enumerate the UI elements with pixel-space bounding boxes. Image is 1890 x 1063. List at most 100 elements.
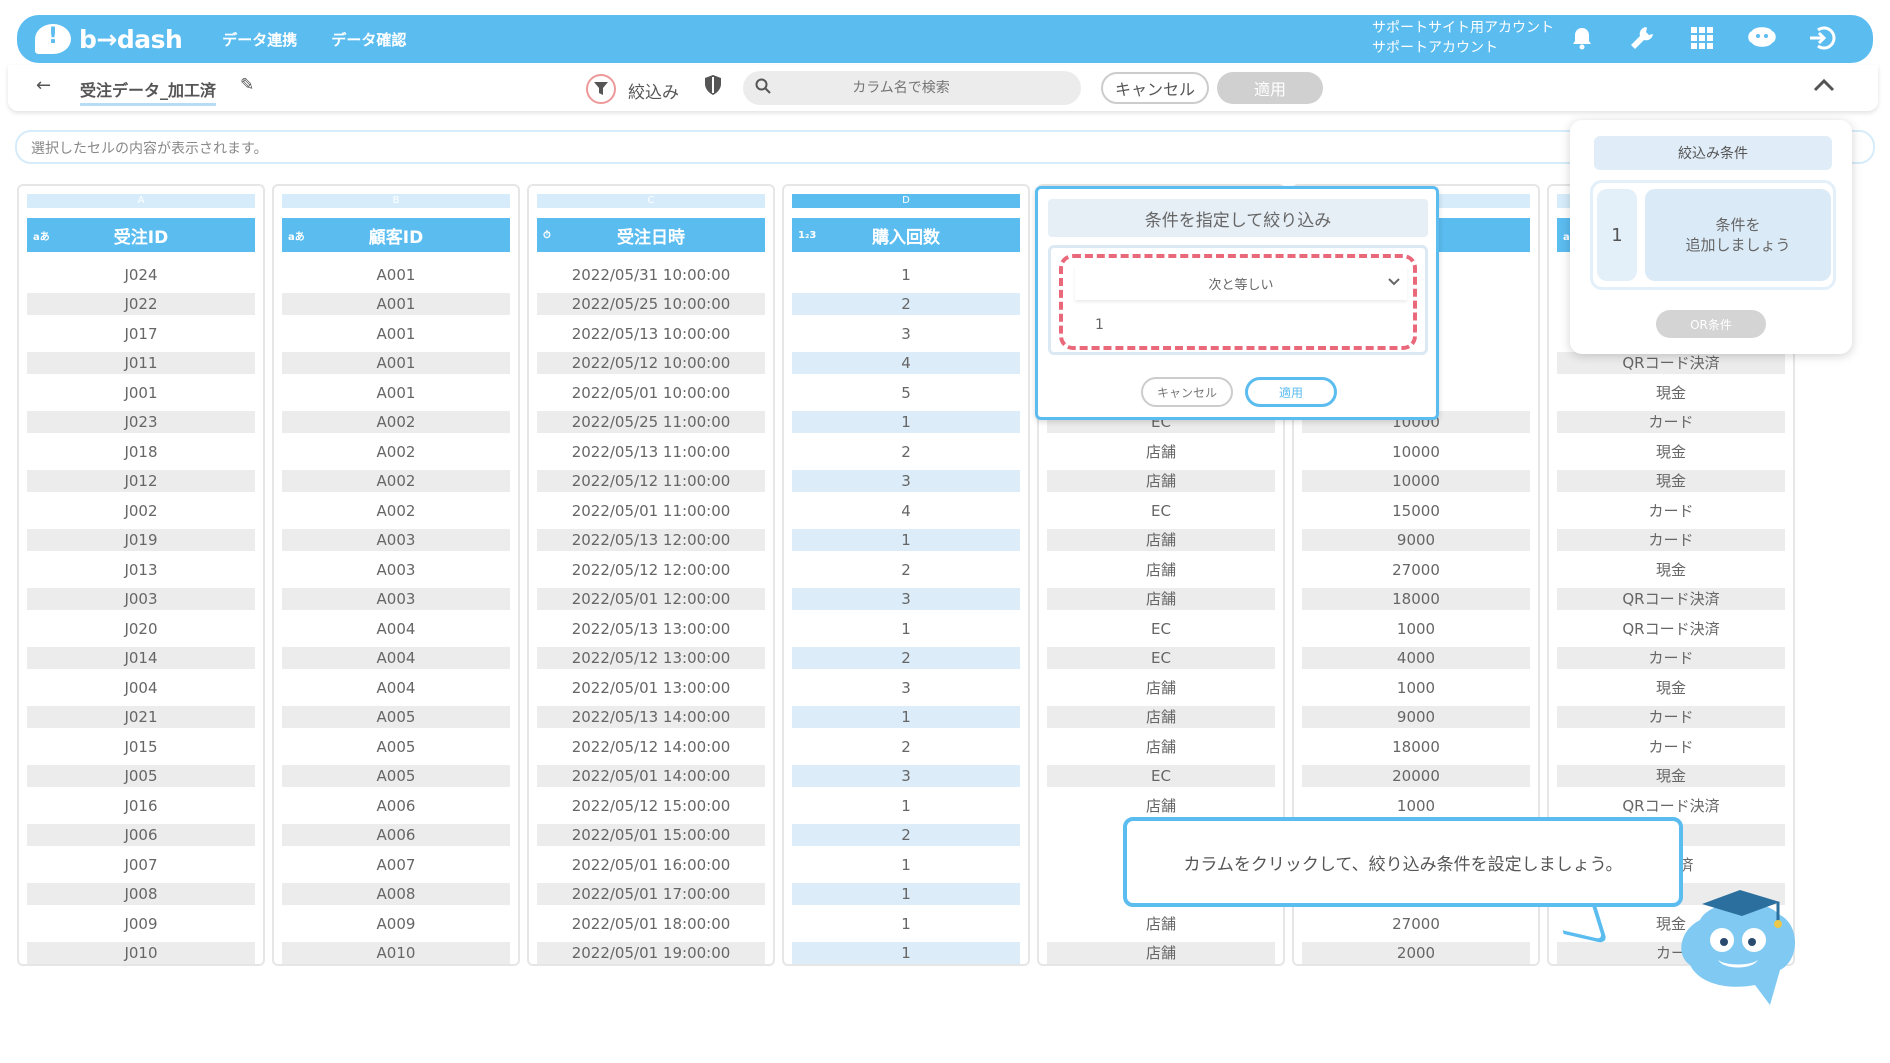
table-cell[interactable]: 3 <box>792 319 1020 349</box>
table-cell[interactable]: 4 <box>792 496 1020 526</box>
table-cell[interactable]: A001 <box>282 378 510 408</box>
table-cell[interactable]: EC <box>1047 614 1275 644</box>
table-cell[interactable]: 2022/05/13 12:00:00 <box>537 526 765 556</box>
table-cell[interactable]: 2 <box>792 290 1020 320</box>
table-cell[interactable]: A002 <box>282 467 510 497</box>
table-cell[interactable]: 2022/05/01 19:00:00 <box>537 939 765 969</box>
table-cell[interactable]: 1 <box>792 850 1020 880</box>
table-cell[interactable]: J018 <box>27 437 255 467</box>
wrench-icon[interactable] <box>1627 23 1657 53</box>
table-cell[interactable]: カード <box>1557 703 1785 733</box>
table-cell[interactable]: 3 <box>792 673 1020 703</box>
table-cell[interactable]: EC <box>1047 644 1275 674</box>
table-cell[interactable]: J007 <box>27 850 255 880</box>
table-cell[interactable]: A004 <box>282 644 510 674</box>
add-condition-area[interactable]: 条件を 追加しましょう <box>1645 189 1831 281</box>
table-cell[interactable]: 9000 <box>1302 526 1530 556</box>
column-header[interactable]: ⏱ 受注日時 <box>537 218 765 252</box>
table-cell[interactable]: 4 <box>792 349 1020 379</box>
column-letter[interactable]: D <box>792 194 1020 208</box>
table-cell[interactable]: 2022/05/01 10:00:00 <box>537 378 765 408</box>
edit-pencil-icon[interactable]: ✎ <box>240 75 254 95</box>
table-cell[interactable]: EC <box>1047 762 1275 792</box>
apps-grid-icon[interactable] <box>1687 23 1717 53</box>
table-cell[interactable]: 9000 <box>1302 703 1530 733</box>
table-cell[interactable]: J024 <box>27 260 255 290</box>
column-1[interactable]: Baあ 顧客ID A001 A001 A001 A001 A001 A002 A002 A002 A… <box>272 184 520 966</box>
table-cell[interactable]: A004 <box>282 673 510 703</box>
table-cell[interactable]: 店舗 <box>1047 909 1275 939</box>
table-cell[interactable]: 店舗 <box>1047 703 1275 733</box>
table-cell[interactable]: A005 <box>282 762 510 792</box>
table-cell[interactable]: 2022/05/12 10:00:00 <box>537 349 765 379</box>
table-cell[interactable]: A005 <box>282 703 510 733</box>
table-cell[interactable]: 27000 <box>1302 909 1530 939</box>
table-cell[interactable]: 10000 <box>1302 467 1530 497</box>
table-cell[interactable]: A006 <box>282 791 510 821</box>
table-cell[interactable]: J016 <box>27 791 255 821</box>
table-cell[interactable]: 27000 <box>1302 555 1530 585</box>
table-cell[interactable]: J015 <box>27 732 255 762</box>
table-cell[interactable]: QRコード決済 <box>1557 614 1785 644</box>
table-cell[interactable]: 1 <box>792 791 1020 821</box>
toolbar-apply-button[interactable]: 適用 <box>1217 72 1323 104</box>
table-cell[interactable]: EC <box>1047 496 1275 526</box>
chevron-up-icon[interactable] <box>1813 73 1835 98</box>
table-cell[interactable]: A003 <box>282 555 510 585</box>
column-letter[interactable]: B <box>282 194 510 208</box>
table-cell[interactable]: 2 <box>792 732 1020 762</box>
table-cell[interactable]: 1 <box>792 939 1020 969</box>
table-cell[interactable]: 2 <box>792 644 1020 674</box>
filter-funnel-icon[interactable] <box>586 74 616 104</box>
filter-value-input[interactable]: 1 <box>1075 308 1407 342</box>
table-cell[interactable]: QRコード決済 <box>1557 585 1785 615</box>
table-cell[interactable]: 2022/05/25 11:00:00 <box>537 408 765 438</box>
table-cell[interactable]: 2022/05/01 17:00:00 <box>537 880 765 910</box>
table-cell[interactable]: 2022/05/01 11:00:00 <box>537 496 765 526</box>
table-cell[interactable]: 店舗 <box>1047 437 1275 467</box>
table-cell[interactable]: J014 <box>27 644 255 674</box>
table-cell[interactable]: 2022/05/25 10:00:00 <box>537 290 765 320</box>
filter-cancel-button[interactable]: キャンセル <box>1141 377 1233 407</box>
table-cell[interactable]: 3 <box>792 585 1020 615</box>
nav-data-check[interactable]: データ確認 <box>331 29 406 50</box>
column-header[interactable]: aあ 受注ID <box>27 218 255 252</box>
table-cell[interactable]: A007 <box>282 850 510 880</box>
table-cell[interactable]: 現金 <box>1557 437 1785 467</box>
b-dash-logo[interactable]: b→dash <box>35 24 183 54</box>
table-cell[interactable]: J012 <box>27 467 255 497</box>
table-cell[interactable]: 2022/05/01 18:00:00 <box>537 909 765 939</box>
table-cell[interactable]: 店舗 <box>1047 555 1275 585</box>
table-cell[interactable]: J021 <box>27 703 255 733</box>
column-letter[interactable]: C <box>537 194 765 208</box>
column-search-input[interactable] <box>771 80 1031 96</box>
column-2[interactable]: C ⏱ 受注日時 2022/05/31 10:00:00 2022/05/25 10:0… <box>527 184 775 966</box>
table-cell[interactable]: A002 <box>282 408 510 438</box>
table-cell[interactable]: カード <box>1557 408 1785 438</box>
table-cell[interactable]: 1 <box>792 909 1020 939</box>
table-cell[interactable]: カード <box>1557 732 1785 762</box>
table-cell[interactable]: J004 <box>27 673 255 703</box>
logout-icon[interactable] <box>1807 23 1837 53</box>
table-cell[interactable]: A005 <box>282 732 510 762</box>
table-cell[interactable]: 20000 <box>1302 762 1530 792</box>
table-cell[interactable]: A001 <box>282 349 510 379</box>
table-cell[interactable]: A004 <box>282 614 510 644</box>
table-cell[interactable]: 5 <box>792 378 1020 408</box>
table-cell[interactable]: 2022/05/12 14:00:00 <box>537 732 765 762</box>
table-cell[interactable]: J002 <box>27 496 255 526</box>
table-cell[interactable]: 2022/05/01 13:00:00 <box>537 673 765 703</box>
table-cell[interactable]: 18000 <box>1302 585 1530 615</box>
table-cell[interactable]: カード <box>1557 644 1785 674</box>
table-cell[interactable]: 1 <box>792 260 1020 290</box>
table-cell[interactable]: 10000 <box>1302 437 1530 467</box>
table-cell[interactable]: J001 <box>27 378 255 408</box>
table-cell[interactable]: 1 <box>792 408 1020 438</box>
table-cell[interactable]: J010 <box>27 939 255 969</box>
table-cell[interactable]: 現金 <box>1557 467 1785 497</box>
table-cell[interactable]: 現金 <box>1557 555 1785 585</box>
table-cell[interactable]: 2022/05/12 11:00:00 <box>537 467 765 497</box>
column-3[interactable]: D 1₂3 購入回数 1 2 3 4 5 1 2 3 4 1 2 3 1 2 3 1 2 3 1 2 1 1 1 1 <box>782 184 1030 966</box>
table-cell[interactable]: 15000 <box>1302 496 1530 526</box>
table-cell[interactable]: 2 <box>792 437 1020 467</box>
